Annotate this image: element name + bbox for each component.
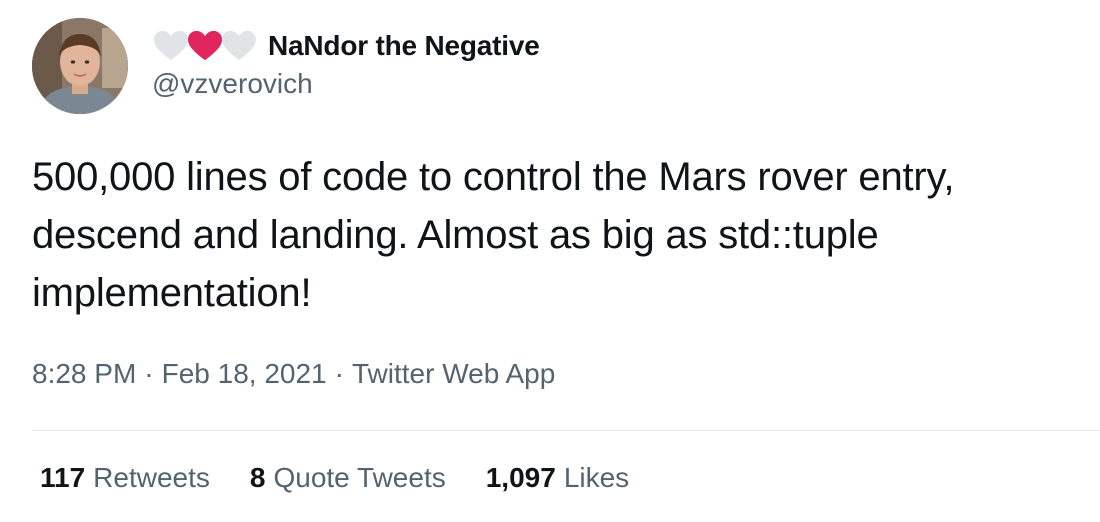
- tweet-card: NaNdor the Negative @vzverovich 500,000 …: [0, 0, 1100, 522]
- quote-tweets-stat[interactable]: 8 Quote Tweets: [250, 462, 446, 494]
- engagement-stats: 117 Retweets 8 Quote Tweets 1,097 Likes: [40, 462, 669, 494]
- tweet-time-link[interactable]: 8:28 PM: [32, 358, 136, 390]
- meta-separator: ·: [144, 358, 154, 389]
- quote-tweets-count: 8: [249, 462, 266, 493]
- white-heart-icon: [222, 30, 256, 61]
- retweets-count: 117: [40, 462, 86, 493]
- likes-stat[interactable]: 1,097 Likes: [486, 462, 629, 494]
- likes-count: 1,097: [485, 462, 556, 493]
- likes-label: Likes: [563, 462, 630, 493]
- avatar-image: [32, 18, 128, 114]
- author-display-name[interactable]: NaNdor the Negative: [268, 30, 540, 62]
- tweet-metadata: 8:28 PM · Feb 18, 2021 · Twitter Web App: [32, 358, 555, 390]
- tweet-source-link[interactable]: Twitter Web App: [352, 358, 555, 390]
- tweet-text: 500,000 lines of code to control the Mar…: [32, 155, 955, 315]
- quote-tweets-label: Quote Tweets: [273, 462, 446, 493]
- meta-separator: ·: [334, 358, 344, 389]
- tweet-header: NaNdor the Negative @vzverovich: [152, 28, 540, 100]
- name-emoji-group: [152, 29, 256, 63]
- tweet-date-link[interactable]: Feb 18, 2021: [162, 358, 327, 390]
- author-handle[interactable]: @vzverovich: [152, 68, 540, 100]
- author-name-row[interactable]: NaNdor the Negative: [152, 28, 540, 64]
- retweets-label: Retweets: [93, 462, 210, 493]
- divider: [32, 430, 1100, 431]
- white-heart-icon: [154, 30, 188, 61]
- avatar[interactable]: [32, 18, 128, 114]
- retweets-stat[interactable]: 117 Retweets: [40, 462, 210, 494]
- red-heart-icon: [188, 30, 222, 61]
